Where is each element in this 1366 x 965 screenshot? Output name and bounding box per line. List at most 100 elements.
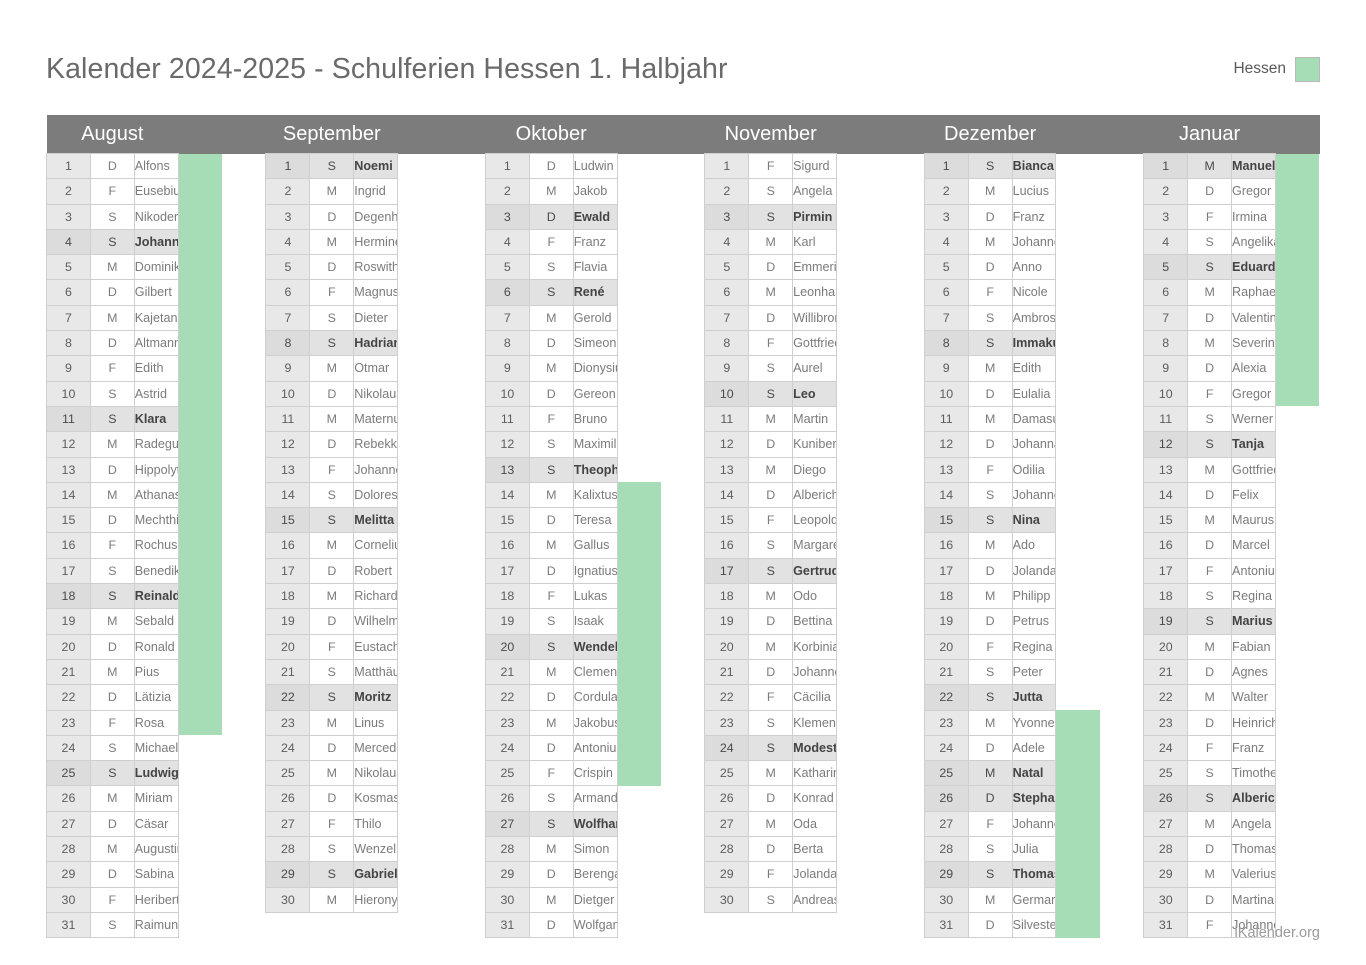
day-number: 14	[1143, 481, 1189, 509]
school-holiday-marker	[1275, 355, 1320, 382]
weekday-letter: D	[528, 203, 574, 230]
day-number: 18	[1143, 583, 1189, 610]
weekday-letter: S	[748, 734, 794, 762]
school-holiday-marker	[178, 710, 223, 736]
holiday-strip-empty	[397, 507, 442, 533]
month-gap	[441, 305, 486, 331]
holiday-strip-empty	[836, 153, 881, 179]
namesday-name: Klara	[133, 405, 179, 433]
holiday-strip-header	[178, 115, 223, 154]
holiday-strip-empty	[397, 836, 442, 862]
month-gap	[660, 861, 705, 888]
day-number: 24	[923, 734, 969, 762]
namesday-name: Agnes	[1231, 658, 1276, 686]
weekday-letter: S	[528, 633, 574, 660]
day-number: 1	[484, 152, 530, 180]
holiday-strip-empty	[1275, 684, 1320, 711]
holiday-strip-empty	[617, 912, 661, 938]
namesday-name: Germar	[1011, 886, 1057, 913]
day-number: 3	[484, 203, 530, 230]
school-holiday-marker	[178, 558, 223, 584]
calendar-row: 3SNikodemus3DDegenhard3DEwald3SPirmin3DF…	[46, 203, 1320, 230]
month-gap	[1099, 330, 1144, 356]
day-number: 30	[484, 886, 530, 913]
namesday-name: Bettina	[792, 608, 838, 635]
namesday-name: Jolanda	[792, 861, 838, 888]
namesday-name: Alberich	[792, 481, 838, 509]
day-number: 26	[46, 785, 91, 812]
namesday-name: Magnus	[353, 279, 399, 306]
month-gap	[880, 634, 925, 660]
school-holiday-marker	[1275, 204, 1320, 230]
holiday-strip-empty	[397, 710, 442, 736]
namesday-name: Wendelin	[572, 633, 618, 660]
namesday-name: Jutta	[1011, 684, 1057, 711]
day-number: 14	[46, 481, 91, 509]
school-holiday-marker	[617, 710, 661, 736]
holiday-strip-empty	[1055, 330, 1100, 356]
calendar-row: 31SRaimund31DWolfgang31DSilvester31FJoha…	[46, 911, 1320, 939]
day-number: 25	[484, 760, 530, 787]
weekday-letter: M	[1187, 810, 1233, 838]
namesday-name: Angela	[1231, 810, 1276, 838]
school-holiday-marker	[617, 532, 661, 559]
school-holiday-marker	[1275, 254, 1320, 280]
weekday-letter: S	[89, 203, 135, 230]
weekday-letter: F	[748, 330, 794, 357]
month-gap	[1099, 710, 1144, 736]
namesday-name: Lucius	[1011, 178, 1057, 205]
namesday-name	[792, 912, 837, 938]
day-number: 23	[923, 709, 969, 736]
day-number: 19	[265, 608, 311, 635]
day-number: 2	[484, 178, 530, 205]
weekday-letter: M	[89, 254, 135, 281]
month-gap	[222, 558, 266, 584]
namesday-name: Ludwig	[133, 760, 179, 787]
namesday-name: Walter	[1231, 684, 1276, 711]
school-holiday-marker	[178, 684, 223, 711]
weekday-letter: S	[748, 178, 794, 205]
namesday-name: Hadrian	[353, 330, 399, 357]
day-number: 22	[46, 684, 91, 711]
day-number: 26	[923, 785, 969, 812]
holiday-strip-empty	[397, 532, 442, 559]
weekday-letter: M	[309, 532, 355, 559]
namesday-name: Adele	[1011, 734, 1057, 762]
school-holiday-marker	[178, 507, 223, 533]
holiday-strip-empty	[1055, 608, 1100, 635]
namesday-name: Otmar	[353, 355, 399, 382]
holiday-strip-empty	[397, 254, 442, 280]
weekday-letter: S	[528, 810, 574, 838]
month-gap	[441, 431, 486, 458]
holiday-strip-empty	[836, 785, 881, 812]
namesday-name: Kalixtus	[572, 481, 618, 509]
weekday-letter: S	[89, 380, 135, 407]
holiday-strip-empty	[1055, 482, 1100, 508]
day-number: 26	[704, 785, 750, 812]
weekday-letter: F	[748, 507, 794, 534]
month-gap	[660, 153, 705, 179]
month-gap	[1099, 355, 1144, 382]
month-gap	[441, 406, 486, 432]
month-gap	[880, 279, 925, 306]
namesday-name: Lätizia	[133, 684, 179, 711]
day-number: 26	[265, 785, 311, 812]
weekday-letter: S	[967, 152, 1013, 180]
calendar-row: 20DRonald20FEustachius20SWendelin20MKorb…	[46, 633, 1320, 660]
calendar-row: 19MSebald19DWilhelmine19SIsaak19DBettina…	[46, 608, 1320, 635]
site-watermark: iKalender.org	[1234, 925, 1320, 941]
day-number: 14	[704, 481, 750, 509]
namesday-name: Thilo	[353, 810, 399, 838]
namesday-name: Alberich	[1231, 785, 1276, 812]
month-gap	[1099, 178, 1144, 205]
namesday-name: Robert	[353, 557, 399, 585]
month-gap	[880, 254, 925, 280]
namesday-name: Kosmas	[353, 785, 399, 812]
month-gap	[880, 659, 925, 685]
weekday-letter: S	[748, 532, 794, 559]
month-gap	[222, 861, 266, 888]
namesday-name: Raimund	[133, 911, 179, 939]
holiday-strip-empty	[1275, 634, 1320, 660]
holiday-strip-empty	[617, 431, 661, 458]
weekday-letter: S	[1187, 228, 1233, 256]
